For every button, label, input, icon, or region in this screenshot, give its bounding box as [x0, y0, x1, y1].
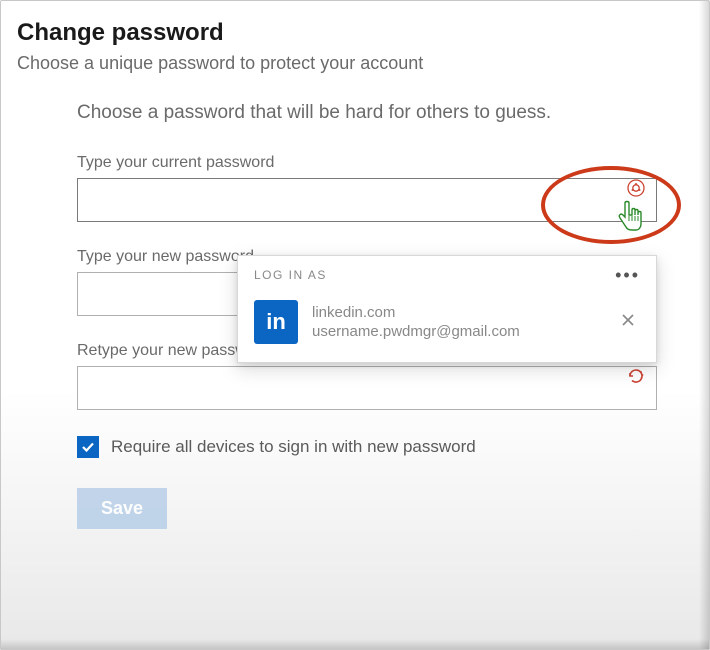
credential-row[interactable]: in linkedin.com username.pwdmgr@gmail.co…	[238, 290, 656, 362]
retype-password-input[interactable]	[77, 366, 657, 410]
credential-site: linkedin.com	[312, 304, 602, 321]
page-title: Change password	[17, 19, 709, 47]
current-password-group: Type your current password	[77, 154, 657, 222]
require-signin-label: Require all devices to sign in with new …	[111, 437, 476, 457]
password-generator-icon[interactable]	[625, 365, 647, 387]
page-subtitle: Choose a unique password to protect your…	[17, 53, 709, 74]
require-signin-row: Require all devices to sign in with new …	[77, 436, 657, 458]
close-icon[interactable]	[616, 308, 640, 337]
password-manager-popup: LOG IN AS ••• in linkedin.com username.p…	[237, 255, 657, 363]
decorative-shadow	[1, 639, 709, 649]
form-helper-text: Choose a password that will be hard for …	[77, 102, 709, 124]
current-password-label: Type your current password	[77, 154, 657, 172]
current-password-input[interactable]	[77, 178, 657, 222]
linkedin-icon: in	[254, 300, 298, 344]
popup-more-icon[interactable]: •••	[615, 270, 640, 280]
save-button[interactable]: Save	[77, 488, 167, 529]
popup-title: LOG IN AS	[254, 268, 327, 282]
decorative-shadow	[699, 1, 709, 649]
require-signin-checkbox[interactable]	[77, 436, 99, 458]
credential-username: username.pwdmgr@gmail.com	[312, 323, 602, 340]
credential-info: linkedin.com username.pwdmgr@gmail.com	[312, 304, 602, 340]
popup-header: LOG IN AS •••	[238, 256, 656, 290]
password-manager-trigger-icon[interactable]	[625, 177, 647, 199]
